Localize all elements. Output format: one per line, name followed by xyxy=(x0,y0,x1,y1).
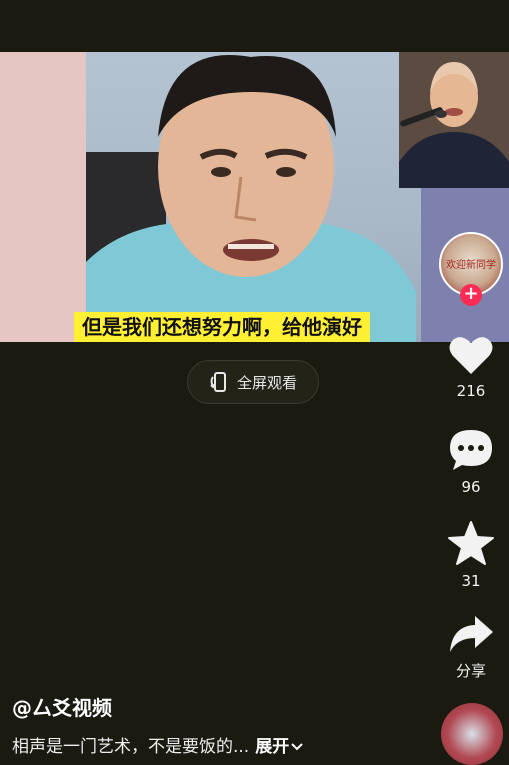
like-count: 216 xyxy=(456,382,486,400)
rotate-screen-icon xyxy=(210,372,226,392)
like-action[interactable]: 216 xyxy=(438,334,504,400)
share-arrow-icon xyxy=(450,616,493,652)
music-disc[interactable] xyxy=(441,703,503,765)
comment-icon xyxy=(450,430,492,470)
heart-icon xyxy=(449,337,493,374)
share-label: 分享 xyxy=(455,662,486,680)
plus-icon: + xyxy=(463,283,479,304)
favorite-action[interactable]: 31 xyxy=(438,520,504,590)
fullscreen-button[interactable]: 全屏观看 xyxy=(187,360,319,404)
comment-count: 96 xyxy=(461,478,481,496)
expand-label: 展开 xyxy=(255,737,290,757)
chevron-down-icon xyxy=(291,743,303,751)
speaker-figure xyxy=(86,54,416,342)
subtitle-caption: 但是我们还想努力啊，给他演好 xyxy=(74,312,370,342)
author-avatar-group[interactable]: 欢迎新同学 + xyxy=(439,232,503,306)
video-player[interactable] xyxy=(0,52,509,342)
description-text: 相声是一门艺术，不是要饭的... xyxy=(12,737,250,757)
svg-text:欢迎新同学: 欢迎新同学 xyxy=(446,258,496,271)
author-username[interactable]: @厶爻视频 xyxy=(12,692,112,721)
post-description: 相声是一门艺术，不是要饭的... 展开 xyxy=(12,732,303,757)
follow-button[interactable]: + xyxy=(460,284,482,306)
expand-link[interactable]: 展开 xyxy=(255,737,303,757)
inset-speaker-figure xyxy=(399,52,509,188)
share-action[interactable]: 分享 xyxy=(438,614,504,681)
picture-in-picture-inset xyxy=(399,52,509,188)
fullscreen-label: 全屏观看 xyxy=(236,373,297,392)
favorite-count: 31 xyxy=(461,572,481,590)
background-pink-panel xyxy=(0,52,86,342)
star-icon xyxy=(448,521,494,565)
comment-action[interactable]: 96 xyxy=(438,428,504,496)
